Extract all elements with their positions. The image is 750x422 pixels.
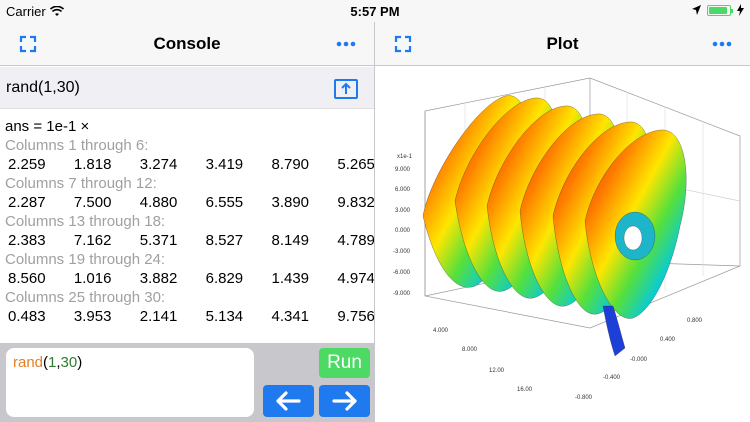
input-arg: 30 xyxy=(60,354,78,371)
arrow-left-icon xyxy=(276,391,301,411)
plot-panel: Plot x1e-1 9.000 6.000 3.000 0.000 -3.00… xyxy=(375,22,750,422)
columns-values: 2.287 7.500 4.880 6.555 3.890 9.832 xyxy=(8,194,375,211)
z-tick-label: 6.000 xyxy=(395,187,411,193)
status-right xyxy=(692,4,744,16)
history-back-button[interactable] xyxy=(263,385,314,417)
console-panel: Console rand(1,30) ans = 1e-1 × Columns … xyxy=(0,22,375,422)
columns-values: 8.560 1.016 3.882 6.829 1.439 4.974 xyxy=(8,270,375,287)
y-tick-label: 0.400 xyxy=(660,337,676,343)
y-tick-label: -0.000 xyxy=(630,357,648,363)
columns-values: 2.383 7.162 5.371 8.527 8.149 4.789 xyxy=(8,232,375,249)
console-title: Console xyxy=(153,34,221,53)
battery-fill xyxy=(709,6,727,14)
plot-nav-bar: Plot xyxy=(375,22,750,66)
columns-label: Columns 25 through 30: xyxy=(5,289,166,306)
ans-line: ans = 1e-1 × xyxy=(5,118,90,135)
columns-label: Columns 1 through 6: xyxy=(5,137,149,154)
x-tick-label: 8.000 xyxy=(462,347,478,353)
command-history-row[interactable]: rand(1,30) xyxy=(0,67,374,109)
charging-icon xyxy=(737,4,744,16)
x-tick-label: 4.000 xyxy=(433,328,449,334)
more-icon[interactable] xyxy=(334,34,358,54)
console-output: ans = 1e-1 × Columns 1 through 6: 2.259 … xyxy=(5,117,375,326)
z-tick-label: -6.000 xyxy=(393,270,411,276)
z-tick-label: -9.000 xyxy=(393,291,411,297)
input-function: rand xyxy=(13,354,44,371)
y-axis-ticks: 0.800 0.400 -0.000 -0.400 -0.800 xyxy=(575,318,703,401)
columns-values: 0.483 3.953 2.141 5.134 4.341 9.756 xyxy=(8,308,375,325)
z-tick-label: -3.000 xyxy=(393,249,411,255)
columns-values: 2.259 1.818 3.274 3.419 8.790 5.265 xyxy=(8,156,375,173)
status-bar: Carrier 5:57 PM xyxy=(0,0,750,22)
columns-label: Columns 19 through 24: xyxy=(5,251,166,268)
input-paren-close: ) xyxy=(77,354,83,371)
z-tick-label: 0.000 xyxy=(395,228,411,234)
surface-ribbon xyxy=(422,95,687,357)
z-axis-ticks: 9.000 6.000 3.000 0.000 -3.000 -6.000 -9… xyxy=(393,167,411,297)
history-forward-button[interactable] xyxy=(319,385,370,417)
command-text: rand(1,30) xyxy=(6,79,80,96)
x-tick-label: 16.00 xyxy=(517,387,533,393)
columns-label: Columns 13 through 18: xyxy=(5,213,166,230)
command-input[interactable]: rand(1,30) xyxy=(6,348,254,417)
z-tick-label: 3.000 xyxy=(395,208,411,214)
location-icon xyxy=(692,5,701,15)
run-button[interactable]: Run xyxy=(319,348,370,378)
columns-label: Columns 7 through 12: xyxy=(5,175,157,192)
y-tick-label: -0.800 xyxy=(575,395,593,401)
z-tick-label: 9.000 xyxy=(395,167,411,173)
battery-icon xyxy=(707,4,733,16)
surface-plot[interactable]: x1e-1 9.000 6.000 3.000 0.000 -3.000 -6.… xyxy=(375,66,750,422)
plot-title: Plot xyxy=(546,34,579,53)
input-area: rand(1,30) Run xyxy=(0,343,374,422)
share-icon[interactable] xyxy=(333,76,359,100)
y-tick-label: 0.800 xyxy=(687,318,703,324)
x-axis-ticks: 4.000 8.000 12.00 16.00 xyxy=(433,328,533,393)
scale-label: x1e-1 xyxy=(397,154,413,160)
y-tick-label: -0.400 xyxy=(603,375,621,381)
console-nav-bar: Console xyxy=(0,22,374,66)
x-tick-label: 12.00 xyxy=(489,368,505,374)
more-icon[interactable] xyxy=(710,34,734,54)
status-time: 5:57 PM xyxy=(350,4,400,19)
arrow-right-icon xyxy=(332,391,357,411)
